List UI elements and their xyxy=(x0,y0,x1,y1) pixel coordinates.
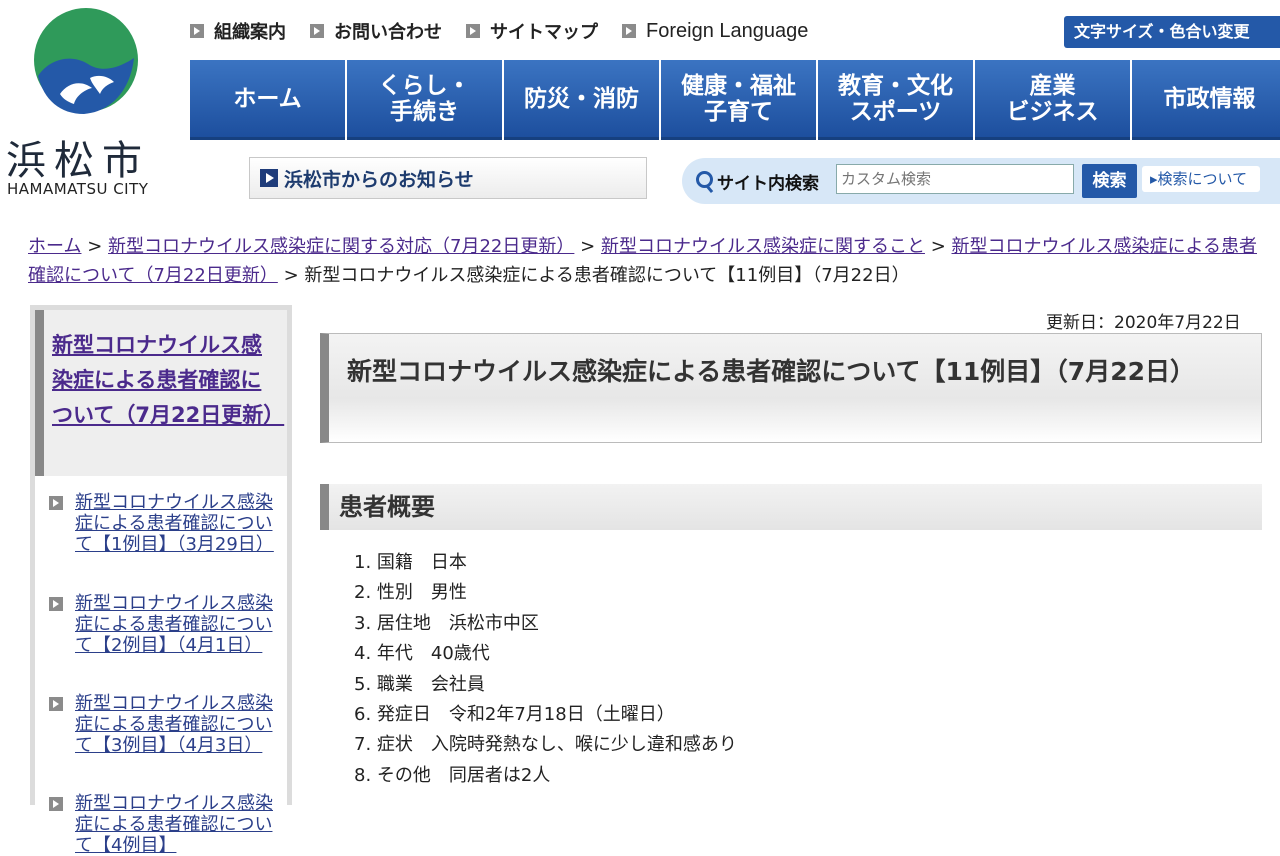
link-foreign-language[interactable]: Foreign Language xyxy=(622,18,808,44)
search-label: サイト内検索 xyxy=(696,169,819,194)
main-nav: ホーム くらし・ 手続き 防災・消防 健康・福祉 子育て 教育・文化 スポーツ … xyxy=(190,60,1280,140)
link-label: お問い合わせ xyxy=(334,22,442,43)
nav-home[interactable]: ホーム xyxy=(190,60,345,140)
arrow-icon xyxy=(310,24,324,38)
breadcrumb-separator: > xyxy=(283,265,299,286)
link-label: 組織案内 xyxy=(214,22,286,43)
sidebar-heading: 新型コロナウイルス感染症による患者確認について（7月22日更新） xyxy=(35,310,287,476)
nav-label: くらし・ 手続き xyxy=(378,72,471,125)
search-about-link[interactable]: ▸検索について xyxy=(1142,166,1260,192)
arrow-icon xyxy=(49,697,63,711)
list-item: 6. 発症日 令和2年7月18日（土曜日） xyxy=(354,704,675,726)
list-item: 1. 国籍 日本 xyxy=(354,552,467,573)
search-button[interactable]: 検索 xyxy=(1082,164,1137,198)
sidebar-item-link-1[interactable]: 新型コロナウイルス感染症による患者確認について【1例目】（3月29日） xyxy=(75,492,275,555)
updated-date: 更新日：2020年7月22日 xyxy=(1046,313,1241,333)
breadcrumb-covid-related[interactable]: 新型コロナウイルス感染症に関すること xyxy=(601,236,925,257)
city-name-jp: 浜松市 xyxy=(6,138,150,184)
nav-label: 健康・福祉 子育て xyxy=(681,72,796,125)
utility-links: 組織案内 お問い合わせ サイトマップ Foreign Language xyxy=(190,18,832,44)
list-item: 8. その他 同居者は2人 xyxy=(354,764,551,786)
breadcrumb-covid-response[interactable]: 新型コロナウイルス感染症に関する対応（7月22日更新） xyxy=(108,236,574,257)
arrow-icon xyxy=(49,797,63,811)
link-sitemap[interactable]: サイトマップ xyxy=(466,18,598,44)
sidebar-heading-link[interactable]: 新型コロナウイルス感染症による患者確認について（7月22日更新） xyxy=(52,333,284,427)
sidebar-panel: 新型コロナウイルス感染症による患者確認について（7月22日更新） 新型コロナウイ… xyxy=(35,310,287,856)
sidebar-item: 新型コロナウイルス感染症による患者確認について【4例目】 xyxy=(49,793,275,856)
search-input[interactable] xyxy=(836,164,1074,194)
list-item: 5. 職業 会社員 xyxy=(354,673,485,695)
sidebar-item-link-3[interactable]: 新型コロナウイルス感染症による患者確認について【3例目】（4月3日） xyxy=(75,693,275,756)
page-title: 新型コロナウイルス感染症による患者確認について【11例目】（7月22日） xyxy=(320,333,1262,443)
arrow-icon xyxy=(49,597,63,611)
sidebar-item: 新型コロナウイルス感染症による患者確認について【1例目】（3月29日） xyxy=(49,492,275,555)
sidebar-item: 新型コロナウイルス感染症による患者確認について【2例目】（4月1日） xyxy=(49,593,275,656)
arrow-icon xyxy=(190,24,204,38)
nav-label: 産業 ビジネス xyxy=(1006,72,1099,125)
notice-label: 浜松市からのお知らせ xyxy=(284,168,474,191)
search-icon xyxy=(696,170,714,193)
nav-living[interactable]: くらし・ 手続き xyxy=(347,60,502,140)
arrow-icon xyxy=(622,24,636,38)
city-name-en: HAMAMATSU CITY xyxy=(7,180,149,198)
nav-health[interactable]: 健康・福祉 子育て xyxy=(661,60,816,140)
section-heading: 患者概要 xyxy=(320,484,1262,530)
patient-details-list: 1. 国籍 日本 2. 性別 男性 3. 居住地 浜松市中区 4. 年代 40歳… xyxy=(354,548,737,791)
city-logo[interactable]: 浜松市 HAMAMATSU CITY xyxy=(0,0,190,210)
nav-disaster[interactable]: 防災・消防 xyxy=(504,60,659,140)
link-label: Foreign Language xyxy=(646,19,809,42)
font-size-color-button[interactable]: 文字サイズ・色合い変更 xyxy=(1064,16,1280,48)
list-item: 4. 年代 40歳代 xyxy=(354,643,490,665)
breadcrumb: ホーム > 新型コロナウイルス感染症に関する対応（7月22日更新） > 新型コロ… xyxy=(28,232,1268,290)
breadcrumb-separator: > xyxy=(87,236,103,257)
breadcrumb-separator: > xyxy=(930,236,946,257)
breadcrumb-current: 新型コロナウイルス感染症による患者確認について【11例目】（7月22日） xyxy=(304,265,910,286)
arrow-icon xyxy=(49,496,63,510)
nav-education[interactable]: 教育・文化 スポーツ xyxy=(818,60,973,140)
search-label-text: サイト内検索 xyxy=(717,174,819,194)
sidebar-item-link-4[interactable]: 新型コロナウイルス感染症による患者確認について【4例目】 xyxy=(75,793,275,856)
city-notice-banner[interactable]: 浜松市からのお知らせ xyxy=(249,157,647,199)
list-item: 2. 性別 男性 xyxy=(354,582,467,604)
sidebar-item: 新型コロナウイルス感染症による患者確認について【3例目】（4月3日） xyxy=(49,693,275,756)
link-label: サイトマップ xyxy=(490,22,598,43)
breadcrumb-home[interactable]: ホーム xyxy=(28,236,81,257)
nav-label: 教育・文化 スポーツ xyxy=(838,72,953,125)
link-contact[interactable]: お問い合わせ xyxy=(310,18,442,44)
list-item: 3. 居住地 浜松市中区 xyxy=(354,612,539,634)
sidebar-item-link-2[interactable]: 新型コロナウイルス感染症による患者確認について【2例目】（4月1日） xyxy=(75,593,275,656)
nav-industry[interactable]: 産業 ビジネス xyxy=(975,60,1130,140)
hamamatsu-logo-mark-icon xyxy=(34,8,138,114)
nav-city-info[interactable]: 市政情報 xyxy=(1132,60,1280,140)
list-item: 7. 症状 入院時発熱なし、喉に少し違和感あり xyxy=(354,734,737,756)
site-search: サイト内検索 検索 ▸検索について xyxy=(682,158,1280,204)
breadcrumb-separator: > xyxy=(580,236,596,257)
arrow-icon xyxy=(260,169,278,187)
sidebar: 新型コロナウイルス感染症による患者確認について（7月22日更新） 新型コロナウイ… xyxy=(30,305,292,856)
arrow-icon xyxy=(466,24,480,38)
link-organization[interactable]: 組織案内 xyxy=(190,18,286,44)
